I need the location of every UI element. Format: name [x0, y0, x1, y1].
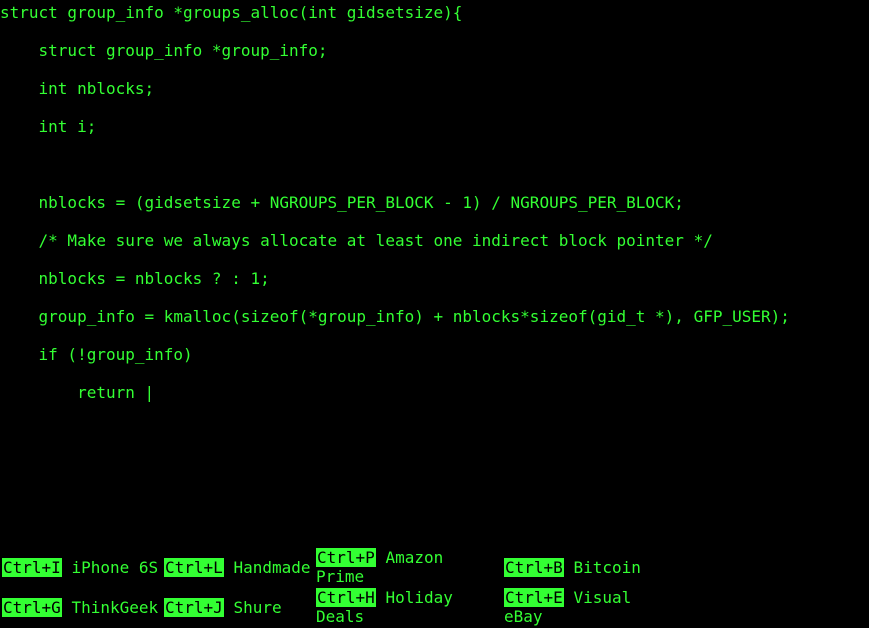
code-line: struct group_info *groups_alloc(int gids… — [0, 3, 463, 22]
code-editor[interactable]: struct group_info *groups_alloc(int gids… — [0, 0, 869, 540]
code-line: group_info = kmalloc(sizeof(*group_info)… — [0, 307, 790, 326]
shortcut-key: Ctrl+E — [504, 588, 564, 607]
code-line-cursor: return | — [0, 383, 155, 402]
shortcut-label: Bitcoin — [573, 558, 641, 577]
shortcut-item[interactable]: Ctrl+G ThinkGeek — [2, 598, 158, 617]
shortcut-key: Ctrl+L — [164, 558, 224, 577]
code-line: struct group_info *group_info; — [0, 41, 328, 60]
shortcut-label: ThinkGeek — [71, 598, 159, 617]
shortcut-key: Ctrl+P — [316, 548, 376, 567]
shortcut-item[interactable]: Ctrl+E Visual eBay — [504, 588, 654, 626]
shortcut-label: Handmade — [233, 558, 311, 577]
shortcut-item[interactable]: Ctrl+L Handmade — [164, 558, 311, 577]
shortcut-key: Ctrl+B — [504, 558, 564, 577]
code-line: int nblocks; — [0, 79, 155, 98]
shortcut-item[interactable]: Ctrl+P Amazon Prime — [316, 548, 486, 586]
code-line: if (!group_info) — [0, 345, 193, 364]
code-line: /* Make sure we always allocate at least… — [0, 231, 713, 250]
shortcut-key: Ctrl+G — [2, 598, 62, 617]
code-line: nblocks = (gidsetsize + NGROUPS_PER_BLOC… — [0, 193, 684, 212]
shortcut-item[interactable]: Ctrl+I iPhone 6S — [2, 558, 158, 577]
shortcut-item[interactable]: Ctrl+J Shure — [164, 598, 282, 617]
shortcut-key: Ctrl+J — [164, 598, 224, 617]
shortcut-key: Ctrl+I — [2, 558, 62, 577]
shortcut-label: Shure — [233, 598, 282, 617]
shortcut-bar: Ctrl+I iPhone 6S Ctrl+L Handmade Ctrl+P … — [0, 546, 869, 628]
code-line: nblocks = nblocks ? : 1; — [0, 269, 270, 288]
shortcut-item[interactable]: Ctrl+B Bitcoin — [504, 558, 641, 577]
shortcut-label: iPhone 6S — [71, 558, 159, 577]
shortcut-key: Ctrl+H — [316, 588, 376, 607]
shortcut-item[interactable]: Ctrl+H Holiday Deals — [316, 588, 486, 626]
code-line: int i; — [0, 117, 97, 136]
